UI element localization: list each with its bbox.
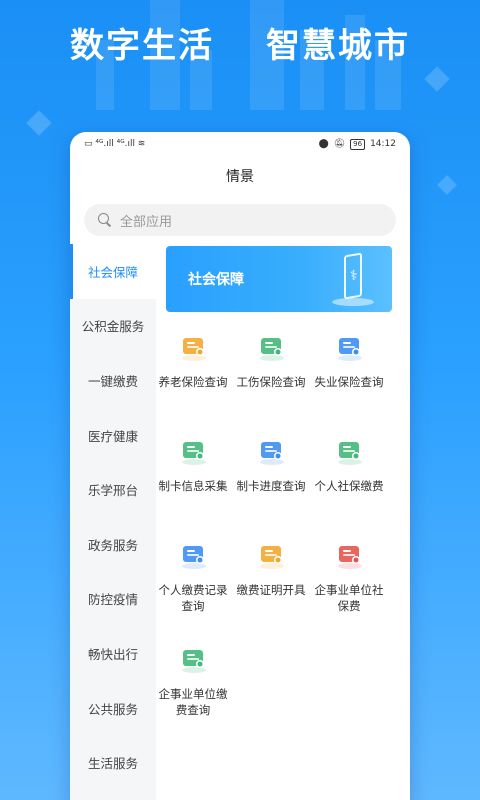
service-item[interactable]: 工伤保险查询 (232, 324, 310, 420)
injury-icon (254, 330, 288, 364)
mute-icon: 🔕︎ (333, 139, 346, 149)
sidebar-item-label: 公积金服务 (81, 319, 145, 335)
sidebar-item-label: 政务服务 (87, 537, 138, 553)
social-security-illustration: ⚕ (330, 252, 374, 306)
sidebar-item[interactable]: 一键缴费 (70, 353, 156, 408)
service-item[interactable]: 制卡信息采集 (154, 428, 232, 524)
enterprise-query-icon (176, 642, 210, 676)
service-item[interactable]: 失业保险查询 (310, 324, 388, 420)
status-time: 14:12 (370, 139, 396, 149)
sidebar-item[interactable]: 防控疫情 (70, 572, 156, 627)
payment-certificate-icon (254, 538, 288, 572)
sidebar-item-label: 畅快出行 (87, 646, 138, 662)
sidebar-item[interactable]: 公积金服务 (70, 299, 156, 354)
category-banner[interactable]: 社会保障 ⚕ (166, 246, 392, 312)
unemployment-icon (332, 330, 366, 364)
service-item[interactable]: 企事业单位社保费 (310, 532, 388, 628)
service-item-label: 制卡进度查询 (236, 479, 306, 493)
sidebar-item[interactable]: 社会保障 (70, 244, 156, 299)
diamond-decoration (26, 110, 52, 136)
sidebar-item-label: 医疗健康 (87, 428, 138, 444)
service-item-label: 缴费证明开具 (236, 583, 306, 597)
pension-icon (176, 330, 210, 364)
enterprise-fee-icon (332, 538, 366, 572)
service-item-label: 制卡信息采集 (158, 479, 228, 493)
service-item-label: 养老保险查询 (158, 375, 228, 389)
service-item[interactable]: 个人缴费记录查询 (154, 532, 232, 628)
card-info-icon (176, 434, 210, 468)
sidebar-item[interactable]: 生活服务 (70, 735, 156, 790)
search-icon (98, 213, 112, 227)
banner-left-text: 数字生活 (70, 26, 214, 66)
service-item-label: 工伤保险查询 (236, 375, 306, 389)
diamond-decoration (424, 66, 450, 92)
sidebar-item[interactable]: 乐学邢台 (70, 462, 156, 517)
status-bar: ▭ ⁴ᴳ.ıll ⁴ᴳ.ıll ≋ ⬤ 🔕︎ 96 14:12 (70, 132, 410, 156)
location-icon: ⬤ (318, 139, 329, 149)
nav-bar: 情景 (70, 156, 410, 196)
service-item-label: 企事业单位缴费查询 (158, 687, 228, 717)
service-item-label: 个人缴费记录查询 (158, 583, 228, 613)
service-item[interactable]: 制卡进度查询 (232, 428, 310, 524)
category-sidebar: 社会保障公积金服务一键缴费医疗健康乐学邢台政务服务防控疫情畅快出行公共服务生活服… (70, 244, 156, 800)
category-banner-title: 社会保障 (188, 272, 244, 288)
service-item[interactable]: 缴费证明开具 (232, 532, 310, 628)
sidebar-item-label: 乐学邢台 (87, 483, 138, 499)
service-item-label: 失业保险查询 (314, 375, 384, 389)
sidebar-item-label: 公共服务 (87, 701, 138, 717)
phone-screen: ▭ ⁴ᴳ.ıll ⁴ᴳ.ıll ≋ ⬤ 🔕︎ 96 14:12 情景 全部应用 … (70, 132, 410, 800)
service-item-label: 企事业单位社保费 (314, 583, 384, 613)
sidebar-item[interactable]: 畅快出行 (70, 626, 156, 681)
sidebar-item[interactable]: 政务服务 (70, 517, 156, 572)
service-grid: 养老保险查询 工伤保险查询 失业保险查询制卡信息采集 制卡进度查询 个人社保缴费个人缴费… (154, 324, 410, 732)
service-item[interactable]: 企事业单位缴费查询 (154, 636, 232, 732)
sidebar-item[interactable]: 医疗健康 (70, 408, 156, 463)
card-progress-icon (254, 434, 288, 468)
service-item[interactable]: 养老保险查询 (154, 324, 232, 420)
signal-icon: ▭ ⁴ᴳ.ıll ⁴ᴳ.ıll ≋ (84, 139, 146, 149)
sidebar-item-label: 生活服务 (87, 756, 138, 772)
banner-title: 数字生活 智慧城市 (0, 18, 480, 66)
sidebar-item-label: 社会保障 (87, 264, 138, 280)
sidebar-item[interactable]: 公共服务 (70, 681, 156, 736)
sidebar-item-label: 防控疫情 (87, 592, 138, 608)
search-input[interactable]: 全部应用 (84, 204, 396, 236)
payment-record-icon (176, 538, 210, 572)
personal-payment-icon (332, 434, 366, 468)
page-title: 情景 (226, 169, 254, 185)
service-item-label: 个人社保缴费 (314, 479, 384, 493)
main-panel: 社会保障 ⚕ 养老保险查询 工伤保险查询 失业保险查询制卡信息采集 制卡进度查询 个人社… (156, 244, 410, 800)
service-item[interactable]: 个人社保缴费 (310, 428, 388, 524)
diamond-decoration (437, 175, 457, 195)
banner-right-text: 智慧城市 (266, 26, 410, 66)
battery-icon: 96 (350, 138, 366, 150)
sidebar-item-label: 一键缴费 (87, 373, 138, 389)
search-placeholder: 全部应用 (120, 214, 173, 230)
